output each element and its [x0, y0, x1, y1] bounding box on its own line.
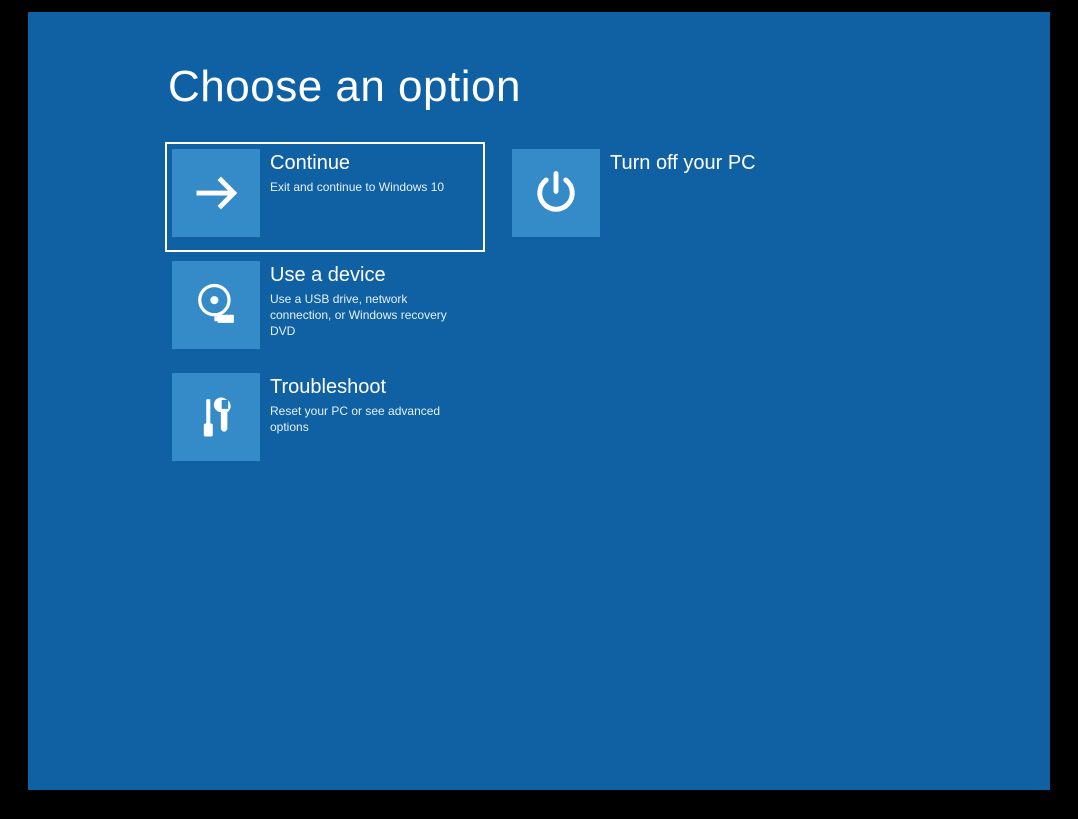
device-text: Use a device Use a USB drive, network co…: [260, 261, 478, 340]
continue-tile[interactable]: Continue Exit and continue to Windows 10: [165, 142, 485, 252]
continue-description: Exit and continue to Windows 10: [270, 179, 444, 195]
power-icon: [512, 149, 600, 237]
device-description: Use a USB drive, network connection, or …: [270, 291, 472, 340]
turnoff-tile[interactable]: Turn off your PC: [505, 142, 825, 252]
option-tiles: Continue Exit and continue to Windows 10…: [165, 142, 825, 476]
turnoff-title: Turn off your PC: [610, 151, 756, 175]
tools-icon: [172, 373, 260, 461]
device-tile[interactable]: Use a device Use a USB drive, network co…: [165, 254, 485, 364]
disc-usb-icon: [172, 261, 260, 349]
troubleshoot-text: Troubleshoot Reset your PC or see advanc…: [260, 373, 478, 435]
recovery-screen: Choose an option Continue Exit and conti…: [28, 12, 1050, 790]
continue-title: Continue: [270, 151, 444, 175]
empty-cell: [505, 254, 825, 364]
troubleshoot-description: Reset your PC or see advanced options: [270, 403, 472, 435]
troubleshoot-title: Troubleshoot: [270, 375, 472, 399]
device-title: Use a device: [270, 263, 472, 287]
page-title: Choose an option: [168, 62, 521, 112]
turnoff-text: Turn off your PC: [600, 149, 762, 179]
arrow-right-icon: [172, 149, 260, 237]
continue-text: Continue Exit and continue to Windows 10: [260, 149, 450, 195]
troubleshoot-tile[interactable]: Troubleshoot Reset your PC or see advanc…: [165, 366, 485, 476]
